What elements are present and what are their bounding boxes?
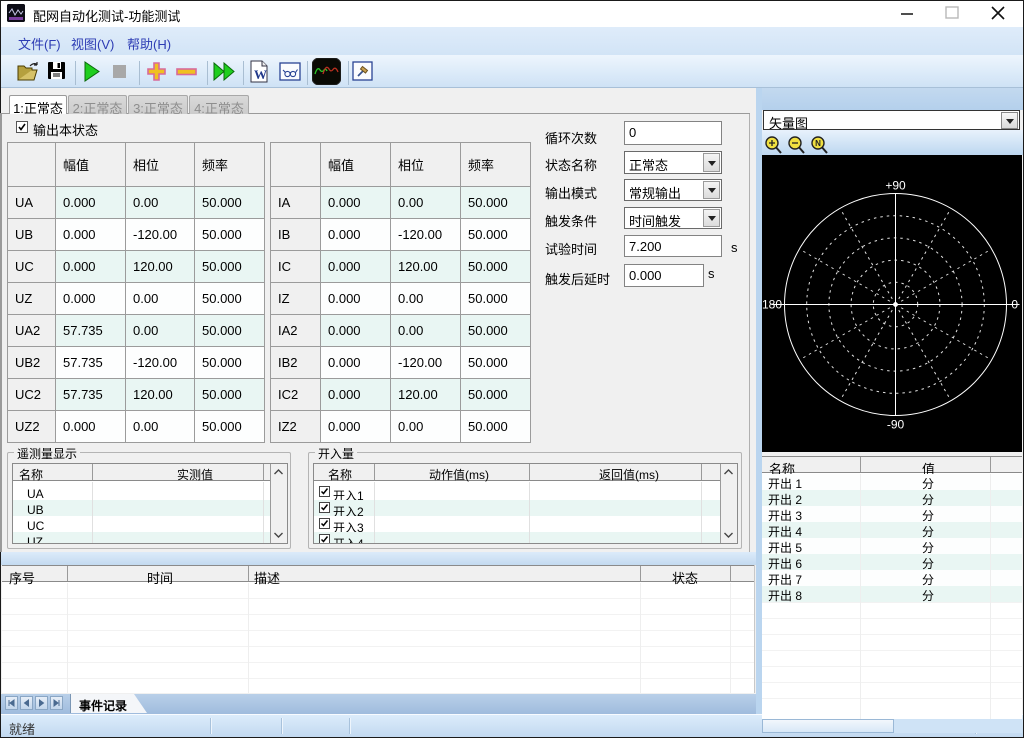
svg-text:N: N <box>815 139 821 148</box>
svg-text:180: 180 <box>762 298 782 312</box>
svg-text:-90: -90 <box>887 418 905 432</box>
svg-text:W: W <box>254 67 267 82</box>
svg-text:0: 0 <box>1011 298 1018 312</box>
svg-text:+90: +90 <box>885 179 906 193</box>
